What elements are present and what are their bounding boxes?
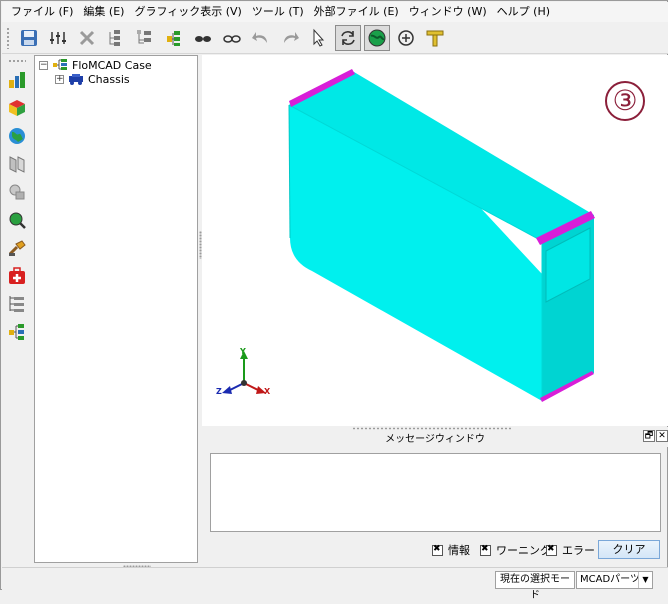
filter-error-label: エラー bbox=[562, 544, 595, 557]
filter-info[interactable]: 情報 bbox=[432, 542, 470, 558]
sync-icon bbox=[398, 29, 414, 46]
step-number-badge: ③ bbox=[605, 81, 645, 121]
filter-error-checkbox[interactable] bbox=[546, 544, 557, 556]
menu-edit[interactable]: 編集 (E) bbox=[78, 3, 129, 21]
menu-window[interactable]: ウィンドウ (W) bbox=[404, 3, 492, 21]
chassis-node-icon bbox=[69, 74, 83, 85]
filter-error[interactable]: エラー bbox=[546, 542, 595, 558]
strip-shapes-button[interactable] bbox=[6, 181, 28, 203]
left-tool-strip bbox=[2, 55, 32, 565]
clear-button[interactable]: クリア bbox=[598, 540, 660, 559]
selection-mode-label: 現在の選択モード bbox=[495, 571, 575, 601]
cursor-icon bbox=[313, 28, 325, 47]
glasses-clear-button[interactable] bbox=[219, 25, 245, 51]
strip-assembly-button[interactable] bbox=[6, 321, 28, 343]
message-window-title: メッセージウィンドウ bbox=[385, 434, 485, 445]
delete-x-icon bbox=[79, 30, 95, 45]
selection-mode-dropdown[interactable]: MCADパーツ ▼ bbox=[576, 571, 653, 589]
tree-structure-icon bbox=[109, 29, 120, 46]
strip-panels-button[interactable] bbox=[6, 153, 28, 175]
glasses-dark-button[interactable] bbox=[190, 25, 216, 51]
strip-grip[interactable] bbox=[8, 59, 26, 63]
ruler-icon bbox=[426, 30, 444, 46]
tree-expander-root[interactable]: − bbox=[39, 60, 48, 70]
selection-mode-value: MCADパーツ bbox=[580, 574, 640, 585]
redo-button[interactable] bbox=[277, 25, 303, 51]
chevron-down-icon[interactable]: ▼ bbox=[638, 572, 652, 588]
glasses-dark-icon bbox=[195, 35, 211, 42]
tree-collapse-icon bbox=[137, 29, 151, 43]
tree-node-root-label: FloMCAD Case bbox=[72, 58, 152, 72]
redo-icon bbox=[284, 31, 299, 43]
assembly-button[interactable] bbox=[161, 25, 187, 51]
tune-button[interactable] bbox=[45, 25, 71, 51]
refresh-button[interactable] bbox=[335, 24, 361, 51]
sliders-icon bbox=[50, 31, 66, 44]
search-globe-icon bbox=[9, 212, 26, 229]
axis-triad bbox=[222, 351, 266, 394]
assembly-node-icon bbox=[53, 59, 67, 70]
status-bar: 現在の選択モード MCADパーツ ▼ bbox=[2, 567, 668, 601]
undo-icon bbox=[252, 31, 267, 43]
globe-gear-icon bbox=[368, 29, 386, 46]
strip-cube-button[interactable] bbox=[6, 97, 28, 119]
main-toolbar bbox=[2, 22, 668, 54]
strip-search-globe-button[interactable] bbox=[6, 209, 28, 231]
undo-button[interactable] bbox=[248, 25, 274, 51]
filter-warning-checkbox[interactable] bbox=[480, 544, 491, 556]
filter-info-label: 情報 bbox=[448, 544, 470, 557]
menu-external-file[interactable]: 外部ファイル (E) bbox=[309, 3, 404, 21]
application-window: ファイル (F) 編集 (E) グラフィック表示 (V) ツール (T) 外部フ… bbox=[0, 0, 668, 601]
menu-tools[interactable]: ツール (T) bbox=[247, 3, 309, 21]
tree-node-chassis-label: Chassis bbox=[88, 72, 130, 86]
filter-warning-label: ワーニング bbox=[496, 544, 551, 557]
assembly-tree-icon bbox=[9, 324, 24, 340]
menu-bar: ファイル (F) 編集 (E) グラフィック表示 (V) ツール (T) 外部フ… bbox=[2, 2, 668, 22]
filter-info-checkbox[interactable] bbox=[432, 544, 443, 556]
strip-globe-button[interactable] bbox=[6, 125, 28, 147]
model-view-button[interactable] bbox=[364, 24, 390, 51]
close-window-button[interactable]: ✕ bbox=[656, 430, 668, 442]
tree-node-root[interactable]: − FloMCAD Case bbox=[39, 58, 152, 72]
toolbar-grip[interactable] bbox=[6, 26, 10, 49]
message-window-titlebar: メッセージウィンドウ 🗗 ✕ bbox=[202, 427, 668, 447]
axis-x-label: X bbox=[264, 387, 271, 396]
first-aid-icon bbox=[9, 267, 25, 284]
strip-tool-button[interactable] bbox=[6, 237, 28, 259]
panels-icon bbox=[9, 156, 25, 173]
save-icon bbox=[21, 29, 37, 46]
strip-first-aid-button[interactable] bbox=[6, 265, 28, 287]
refresh-icon bbox=[341, 30, 355, 45]
menu-graphics-view[interactable]: グラフィック表示 (V) bbox=[129, 3, 246, 21]
globe-icon bbox=[9, 128, 25, 144]
tree-structure-button[interactable] bbox=[103, 25, 129, 51]
message-log-area[interactable] bbox=[210, 453, 661, 532]
graphics-viewport[interactable]: Y X Z ③ bbox=[202, 55, 668, 426]
list-tree-icon bbox=[9, 296, 24, 312]
color-cube-icon bbox=[9, 100, 25, 116]
restore-window-button[interactable]: 🗗 bbox=[643, 430, 655, 442]
menu-file[interactable]: ファイル (F) bbox=[6, 3, 78, 21]
sync-button[interactable] bbox=[393, 25, 419, 51]
axis-z-label: Z bbox=[216, 387, 222, 396]
wrench-icon bbox=[8, 240, 26, 256]
assembly-icon bbox=[167, 30, 180, 46]
filter-warning[interactable]: ワーニング bbox=[480, 542, 551, 558]
delete-button[interactable] bbox=[74, 25, 100, 51]
axis-y-label: Y bbox=[240, 347, 246, 356]
strip-list-button[interactable] bbox=[6, 293, 28, 315]
model-tree-panel: − FloMCAD Case + Chassis bbox=[34, 55, 198, 568]
strip-hierarchy-button[interactable] bbox=[6, 69, 28, 91]
save-button[interactable] bbox=[16, 25, 42, 51]
tree-collapse-button[interactable] bbox=[132, 25, 158, 51]
tree-node-chassis[interactable]: + Chassis bbox=[55, 72, 130, 86]
measure-button[interactable] bbox=[422, 25, 448, 51]
shapes-icon bbox=[9, 184, 25, 200]
glasses-clear-icon bbox=[223, 34, 241, 43]
hierarchy-icon bbox=[9, 72, 25, 88]
select-pointer-button[interactable] bbox=[306, 25, 332, 51]
tree-expander-chassis[interactable]: + bbox=[55, 74, 64, 84]
menu-help[interactable]: ヘルプ (H) bbox=[492, 3, 555, 21]
